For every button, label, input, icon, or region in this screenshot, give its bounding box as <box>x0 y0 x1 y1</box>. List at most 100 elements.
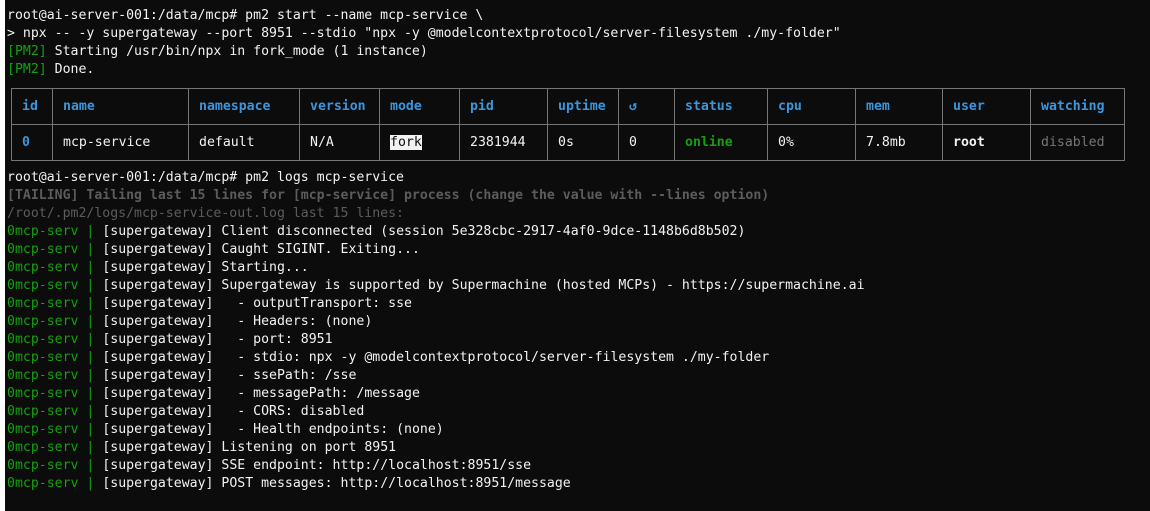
log-separator: | <box>78 476 103 491</box>
log-process-name: mcp-serv <box>14 476 79 491</box>
header-status: status <box>674 88 768 125</box>
log-file-path: /root/.pm2/logs/mcp-service-out.log last… <box>7 206 404 221</box>
log-process-name: mcp-serv <box>14 260 79 275</box>
log-process-id: 0 <box>7 422 15 437</box>
log-process-id: 0 <box>7 296 15 311</box>
log-separator: | <box>78 224 103 239</box>
log-process-id: 0 <box>7 458 15 473</box>
pm2-starting-message: Starting /usr/bin/npx in fork_mode (1 in… <box>46 44 428 59</box>
cell-id: 0 <box>11 124 53 161</box>
cell-watching: disabled <box>1030 124 1125 161</box>
log-separator: | <box>78 260 103 275</box>
log-process-name: mcp-serv <box>14 242 79 257</box>
pm2-tag: [PM2] <box>7 44 47 59</box>
table-row: 0 mcp-service default N/A fork 2381944 0… <box>11 124 1125 161</box>
header-pid: pid <box>459 88 548 125</box>
log-process-name: mcp-serv <box>14 224 79 239</box>
header-cpu: cpu <box>767 88 856 125</box>
pm2-starting-line: [PM2] Starting /usr/bin/npx in fork_mode… <box>7 43 428 61</box>
log-line: 0mcp-serv | [supergateway] Supergateway … <box>7 277 865 295</box>
log-process-name: mcp-serv <box>14 404 79 419</box>
log-separator: | <box>78 242 103 257</box>
header-user: user <box>942 88 1031 125</box>
log-process-id: 0 <box>7 404 15 419</box>
log-message: [supergateway] Starting... <box>102 260 309 275</box>
pm2-done-message: Done. <box>46 62 95 77</box>
cell-name: mcp-service <box>52 124 189 161</box>
log-separator: | <box>78 278 103 293</box>
log-separator: | <box>78 314 103 329</box>
cell-user: root <box>942 124 1031 161</box>
log-line: 0mcp-serv | [supergateway] Starting... <box>7 259 309 277</box>
log-process-id: 0 <box>7 224 15 239</box>
log-line: 0mcp-serv | [supergateway] - Headers: (n… <box>7 313 372 331</box>
log-process-name: mcp-serv <box>14 422 79 437</box>
log-process-id: 0 <box>7 368 15 383</box>
log-separator: | <box>78 386 103 401</box>
log-line: 0mcp-serv | [supergateway] - ssePath: /s… <box>7 367 356 385</box>
cell-version: N/A <box>299 124 380 161</box>
log-line: 0mcp-serv | [supergateway] Client discon… <box>7 223 745 241</box>
log-message: [supergateway] Supergateway is supported… <box>102 278 865 293</box>
restart-icon: ↺ <box>618 88 675 125</box>
log-separator: | <box>78 404 103 419</box>
cell-mem: 7.8mb <box>855 124 943 161</box>
log-process-name: mcp-serv <box>14 458 79 473</box>
cell-uptime: 0s <box>547 124 619 161</box>
log-message: [supergateway] - Headers: (none) <box>102 314 373 329</box>
status-badge: online <box>674 124 768 161</box>
header-version: version <box>299 88 380 125</box>
log-process-name: mcp-serv <box>14 368 79 383</box>
log-line: 0mcp-serv | [supergateway] SSE endpoint:… <box>7 457 531 475</box>
log-process-id: 0 <box>7 386 15 401</box>
log-line: 0mcp-serv | [supergateway] POST messages… <box>7 475 571 493</box>
header-name: name <box>52 88 189 125</box>
log-message: [supergateway] Listening on port 8951 <box>102 440 397 455</box>
log-process-name: mcp-serv <box>14 350 79 365</box>
log-separator: | <box>78 458 103 473</box>
log-line: 0mcp-serv | [supergateway] - outputTrans… <box>7 295 412 313</box>
log-message: [supergateway] - CORS: disabled <box>102 404 365 419</box>
log-separator: | <box>78 296 103 311</box>
header-mem: mem <box>855 88 943 125</box>
tailing-notice: [TAILING] Tailing last 15 lines for [mcp… <box>7 188 770 203</box>
log-line: 0mcp-serv | [supergateway] - CORS: disab… <box>7 403 364 421</box>
log-process-id: 0 <box>7 440 15 455</box>
cell-mode: fork <box>379 124 460 161</box>
log-separator: | <box>78 350 103 365</box>
log-process-name: mcp-serv <box>14 332 79 347</box>
log-message: [supergateway] - ssePath: /sse <box>102 368 357 383</box>
command-line-pm2-logs: root@ai-server-001:/data/mcp# pm2 logs m… <box>7 170 404 185</box>
log-line: 0mcp-serv | [supergateway] - port: 8951 <box>7 331 333 349</box>
log-message: [supergateway] - port: 8951 <box>102 332 333 347</box>
command-continuation-line: > npx -- -y supergateway --port 8951 --s… <box>7 26 841 41</box>
log-process-name: mcp-serv <box>14 278 79 293</box>
log-process-name: mcp-serv <box>14 296 79 311</box>
log-process-id: 0 <box>7 314 15 329</box>
log-line: 0mcp-serv | [supergateway] Listening on … <box>7 439 396 457</box>
log-process-name: mcp-serv <box>14 386 79 401</box>
log-process-name: mcp-serv <box>14 314 79 329</box>
log-process-id: 0 <box>7 242 15 257</box>
header-namespace: namespace <box>188 88 300 125</box>
mode-selection-highlight: fork <box>390 135 422 150</box>
log-line: 0mcp-serv | [supergateway] Caught SIGINT… <box>7 241 420 259</box>
header-id: id <box>11 88 53 125</box>
log-separator: | <box>78 422 103 437</box>
log-message: [supergateway] - Health endpoints: (none… <box>102 422 444 437</box>
log-message: [supergateway] Client disconnected (sess… <box>102 224 746 239</box>
cell-pid: 2381944 <box>459 124 548 161</box>
log-line: 0mcp-serv | [supergateway] - Health endp… <box>7 421 444 439</box>
terminal-window[interactable]: root@ai-server-001:/data/mcp# pm2 start … <box>0 0 1150 511</box>
log-process-id: 0 <box>7 350 15 365</box>
table-header-row: id name namespace version mode pid uptim… <box>11 88 1125 125</box>
log-message: [supergateway] Caught SIGINT. Exiting... <box>102 242 420 257</box>
command-line-pm2-start: root@ai-server-001:/data/mcp# pm2 start … <box>7 8 484 23</box>
header-watching: watching <box>1030 88 1125 125</box>
log-process-name: mcp-serv <box>14 440 79 455</box>
pm2-tag: [PM2] <box>7 62 47 77</box>
cell-cpu: 0% <box>767 124 856 161</box>
log-separator: | <box>78 368 103 383</box>
log-process-id: 0 <box>7 332 15 347</box>
log-separator: | <box>78 332 103 347</box>
